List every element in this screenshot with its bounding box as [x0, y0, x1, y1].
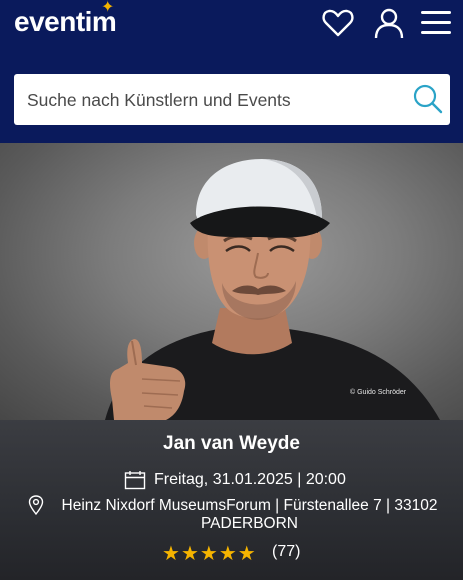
user-icon[interactable] [372, 6, 406, 40]
calendar-icon [124, 471, 146, 490]
event-venue-row: Heinz Nixdorf MuseumsForum | Fürstenalle… [0, 495, 463, 535]
star-icon: ★ [162, 543, 181, 565]
search-bar [14, 74, 450, 125]
event-hero-image: © Guido Schröder [0, 143, 463, 420]
menu-icon[interactable] [419, 6, 453, 40]
star-icon: ★ [237, 543, 257, 565]
search-input[interactable] [27, 87, 397, 113]
event-title[interactable]: Jan van Weyde [0, 433, 463, 455]
event-date-row: Freitag, 31.01.2025 | 20:00 [0, 470, 463, 492]
top-header: eventim ✦ [0, 0, 463, 143]
rating-stars: ★★★★★ [162, 541, 257, 566]
search-icon[interactable] [412, 83, 444, 115]
rating-count: (77) [272, 543, 301, 560]
heart-icon[interactable] [321, 6, 355, 40]
event-venue[interactable]: Heinz Nixdorf MuseumsForum | Fürstenalle… [52, 497, 447, 533]
artist-photo [105, 159, 440, 420]
logo-star-icon: ✦ [101, 0, 115, 16]
star-icon: ★ [199, 543, 219, 565]
event-info-panel: Jan van Weyde Freitag, 31.01.2025 | 20:0… [0, 420, 463, 580]
photo-credit: © Guido Schröder [350, 389, 407, 396]
location-pin-icon [28, 495, 44, 515]
event-date: Freitag, 31.01.2025 | 20:00 [154, 471, 346, 488]
rating-row[interactable]: ★★★★★ (77) [0, 541, 463, 566]
star-icon: ★ [218, 543, 238, 565]
star-icon: ★ [180, 543, 200, 565]
